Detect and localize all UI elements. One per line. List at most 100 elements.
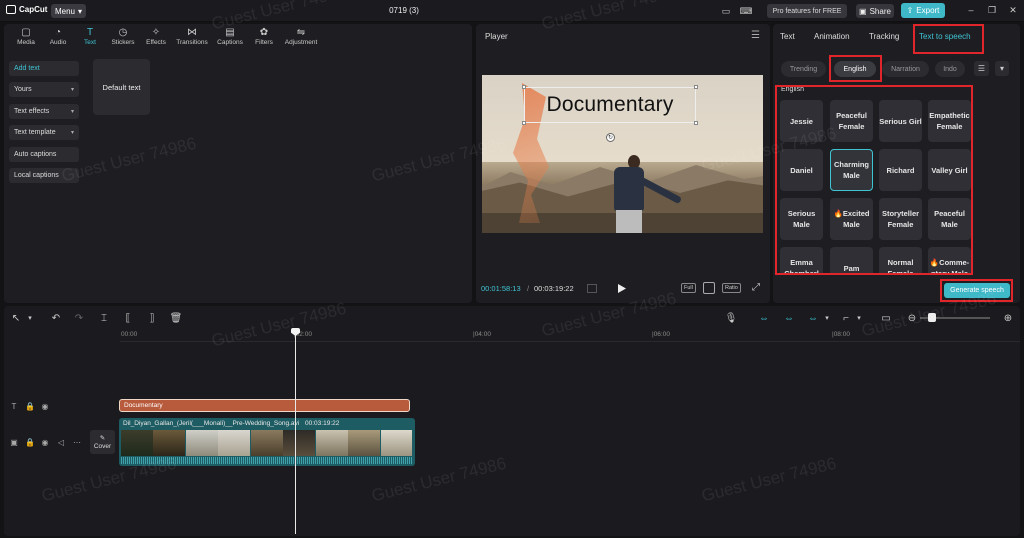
video-clip[interactable]: Dil_Diyan_Gallan_(Jeril(___Monali)__Pre-… — [119, 418, 415, 466]
split-icon[interactable]: ⌶ — [98, 312, 110, 324]
chevron-down-icon[interactable]: ▾ — [24, 312, 36, 324]
menu-button[interactable]: Menu ▾ — [51, 4, 86, 18]
play-icon[interactable] — [618, 284, 626, 293]
tab-effects[interactable]: ✧ Effects — [140, 24, 172, 50]
tab-adjustment[interactable]: ⇋ Adjustment — [280, 24, 322, 50]
close-icon[interactable]: ✕ — [1007, 5, 1019, 17]
export-button[interactable]: ⇪ Export — [901, 3, 945, 18]
default-text-card[interactable]: Default text — [93, 59, 150, 115]
share-button[interactable]: ▣ Share — [856, 4, 894, 18]
tab-captions[interactable]: ▤ Captions — [212, 24, 248, 50]
voice-card-jessie[interactable]: Jessie — [780, 100, 823, 142]
minimize-icon[interactable]: – — [965, 5, 977, 17]
linkage-icon[interactable]: ⇔ — [806, 312, 820, 324]
video-thumbnails — [121, 430, 413, 456]
resize-handle[interactable] — [522, 121, 526, 125]
voice-card-pam[interactable]: Pam — [830, 247, 873, 275]
voice-card-peaceful-male[interactable]: Peaceful Male — [928, 198, 971, 240]
voice-card-emma[interactable]: Emma Chamberl — [780, 247, 823, 275]
voice-card-peaceful-female[interactable]: Peaceful Female — [830, 100, 873, 142]
zoom-slider-thumb[interactable] — [928, 313, 936, 322]
voice-card-daniel[interactable]: Daniel — [780, 149, 823, 191]
lock-icon[interactable]: 🔒 — [25, 437, 35, 447]
tab-tracking[interactable]: Tracking — [869, 32, 899, 41]
voice-card-excited-male[interactable]: 🔥Excited Male — [830, 198, 873, 240]
chevron-down-icon[interactable]: ▾ — [821, 312, 833, 324]
zoom-out-icon[interactable]: ⊖ — [906, 312, 918, 324]
side-item-text-template[interactable]: Text template ▾ — [9, 125, 79, 141]
more-options-icon[interactable]: ⋯ — [72, 437, 82, 447]
undo-icon[interactable]: ↶ — [50, 312, 62, 324]
voice-card-commentary-male[interactable]: 🔥Comme-ntary Male — [928, 247, 971, 275]
tab-media[interactable]: ▢ Media — [10, 24, 42, 50]
voice-card-storyteller-female[interactable]: Storyteller Female — [879, 198, 922, 240]
voice-card-charming-male[interactable]: Charming Male — [830, 149, 873, 191]
tab-text-properties[interactable]: Text — [780, 32, 795, 41]
preview-axis-icon[interactable]: ⌐ — [840, 312, 852, 324]
chevron-down-icon[interactable]: ▾ — [853, 312, 865, 324]
layout-icon[interactable]: ▭ — [720, 5, 732, 17]
overlay-text[interactable]: Documentary — [546, 93, 673, 117]
auto-snap-icon[interactable]: ⇔ — [782, 312, 796, 324]
hamburger-menu-icon[interactable]: ☰ — [751, 30, 760, 41]
voice-card-empathetic-female[interactable]: Empathetic Female — [928, 100, 971, 142]
microphone-icon[interactable]: 🎙 — [725, 312, 738, 324]
restore-icon[interactable]: ❐ — [986, 5, 998, 17]
tab-animation[interactable]: Animation — [814, 32, 850, 41]
lock-icon[interactable]: 🔒 — [25, 401, 35, 411]
category-narration[interactable]: Narration — [882, 61, 929, 77]
tab-audio[interactable]: ◔ Audio — [42, 24, 74, 50]
shortcuts-icon[interactable]: ⌨ — [740, 5, 753, 17]
side-item-local-captions[interactable]: Local captions — [9, 167, 79, 183]
tab-transitions[interactable]: ⋈ Transitions — [172, 24, 212, 50]
side-item-label: Local captions — [14, 171, 59, 179]
full-button[interactable]: Full — [681, 283, 696, 293]
voice-card-normal-female[interactable]: Normal Female — [879, 247, 922, 275]
generate-speech-button[interactable]: Generate speech — [944, 283, 1010, 298]
voice-card-valley-girl[interactable]: Valley Girl — [928, 149, 971, 191]
effects-icon: ✧ — [151, 27, 161, 38]
tab-stickers[interactable]: ◷ Stickers — [106, 24, 140, 50]
rotate-handle-icon[interactable]: ↻ — [606, 133, 615, 142]
eye-icon[interactable]: ◉ — [40, 437, 50, 447]
text-overlay-box[interactable]: Documentary — [522, 85, 698, 125]
voice-grid: Jessie Peaceful Female Serious Girl Empa… — [775, 88, 973, 275]
side-item-text-effects[interactable]: Text effects ▾ — [9, 103, 79, 119]
resize-handle[interactable] — [522, 85, 526, 89]
redo-icon[interactable]: ↷ — [73, 312, 85, 324]
zoom-in-icon[interactable]: ⊕ — [1002, 312, 1014, 324]
select-tool-icon[interactable]: ↖ — [10, 312, 22, 324]
category-trending[interactable]: Trending — [781, 61, 826, 77]
side-item-auto-captions[interactable]: Auto captions — [9, 146, 79, 162]
speaker-icon[interactable]: ◁ — [56, 437, 66, 447]
chevron-down-icon[interactable]: ▾ — [995, 61, 1009, 76]
voice-card-serious-girl[interactable]: Serious Girl — [879, 100, 922, 142]
tab-text-to-speech[interactable]: Text to speech — [919, 32, 971, 41]
voice-card-serious-male[interactable]: Serious Male — [780, 198, 823, 240]
eye-icon[interactable]: ◉ — [40, 401, 50, 411]
cover-button[interactable]: ✎ Cover — [90, 430, 115, 454]
resize-handle[interactable] — [694, 121, 698, 125]
filter-icon[interactable]: ☰ — [974, 61, 989, 76]
ratio-button[interactable]: Ratio — [722, 283, 741, 293]
side-item-add-text[interactable]: Add text — [9, 61, 79, 76]
side-item-yours[interactable]: Yours ▾ — [9, 82, 79, 98]
fit-screen-icon[interactable] — [703, 282, 715, 294]
playhead-line[interactable] — [295, 328, 296, 534]
caption-track-icon[interactable]: ▭ — [880, 312, 892, 324]
main-track-magnet-icon[interactable]: ⇔ — [757, 312, 771, 324]
category-indo[interactable]: Indo — [935, 61, 965, 77]
category-english[interactable]: English — [834, 61, 876, 77]
pro-features-button[interactable]: Pro features for FREE — [767, 4, 847, 18]
voice-card-richard[interactable]: Richard — [879, 149, 922, 191]
delete-right-icon[interactable]: ⟧ — [146, 312, 158, 324]
resize-handle[interactable] — [694, 85, 698, 89]
text-clip-documentary[interactable]: Documentary — [119, 399, 410, 412]
tab-filters[interactable]: ✿ Filters — [248, 24, 280, 50]
fullscreen-icon[interactable]: ⤢ — [752, 282, 764, 294]
tab-text[interactable]: T Text — [74, 24, 106, 50]
delete-icon[interactable]: 🗑 — [170, 312, 183, 324]
timecode-grid-icon[interactable] — [587, 284, 597, 293]
timeline-ruler[interactable] — [120, 341, 1020, 342]
delete-left-icon[interactable]: ⟦ — [122, 312, 134, 324]
